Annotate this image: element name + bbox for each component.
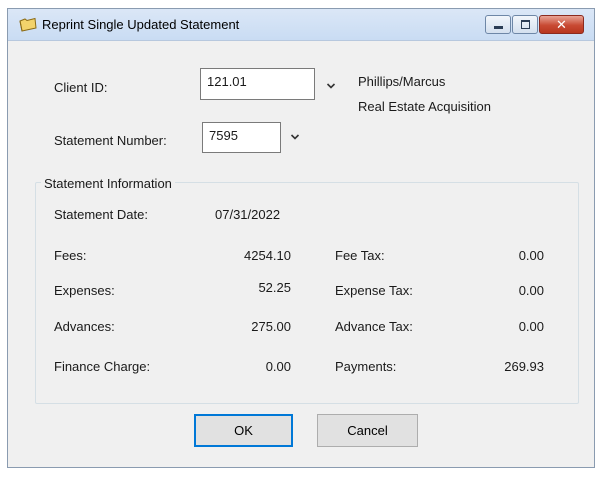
statement-date-label: Statement Date: [54, 207, 148, 222]
advances-label: Advances: [54, 319, 115, 334]
advance-tax-label: Advance Tax: [335, 319, 413, 334]
fee-tax-value: 0.00 [518, 248, 544, 263]
dialog-window: Reprint Single Updated Statement ✕ Clien… [7, 8, 595, 468]
payments-value: 269.93 [504, 359, 544, 374]
advances-value: 275.00 [251, 319, 291, 334]
cancel-button[interactable]: Cancel [317, 414, 418, 447]
client-id-dropdown-chevron-down-icon[interactable] [326, 82, 336, 90]
client-id-input[interactable]: 121.01 [200, 68, 315, 100]
title-bar[interactable]: Reprint Single Updated Statement ✕ [8, 9, 594, 41]
statement-number-label: Statement Number: [54, 133, 167, 148]
finance-charge-label: Finance Charge: [54, 359, 151, 374]
maximize-button[interactable] [512, 15, 538, 34]
fees-value: 4254.10 [244, 248, 291, 263]
group-title: Statement Information [41, 176, 175, 191]
close-button[interactable]: ✕ [539, 15, 584, 34]
client-name: Phillips/Marcus [358, 74, 446, 89]
ok-button[interactable]: OK [194, 414, 293, 447]
expenses-value: 52.25 [258, 280, 291, 295]
advance-tax-value: 0.00 [518, 319, 544, 334]
folder-icon [19, 17, 37, 32]
expense-tax-label: Expense Tax: [335, 283, 413, 298]
minimize-button[interactable] [485, 15, 511, 34]
finance-charge-value: 0.00 [265, 359, 291, 374]
fees-label: Fees: [54, 248, 87, 263]
expenses-label: Expenses: [54, 283, 115, 298]
window-title: Reprint Single Updated Statement [42, 17, 240, 32]
fee-tax-label: Fee Tax: [335, 248, 385, 263]
client-matter: Real Estate Acquisition [358, 99, 491, 114]
statement-number-input[interactable]: 7595 [202, 122, 281, 153]
statement-dropdown-chevron-down-icon[interactable] [290, 133, 300, 141]
close-icon: ✕ [556, 17, 567, 32]
expense-tax-value: 0.00 [518, 283, 544, 298]
client-id-label: Client ID: [54, 80, 108, 95]
payments-label: Payments: [335, 359, 397, 374]
statement-date-value: 07/31/2022 [215, 207, 281, 222]
